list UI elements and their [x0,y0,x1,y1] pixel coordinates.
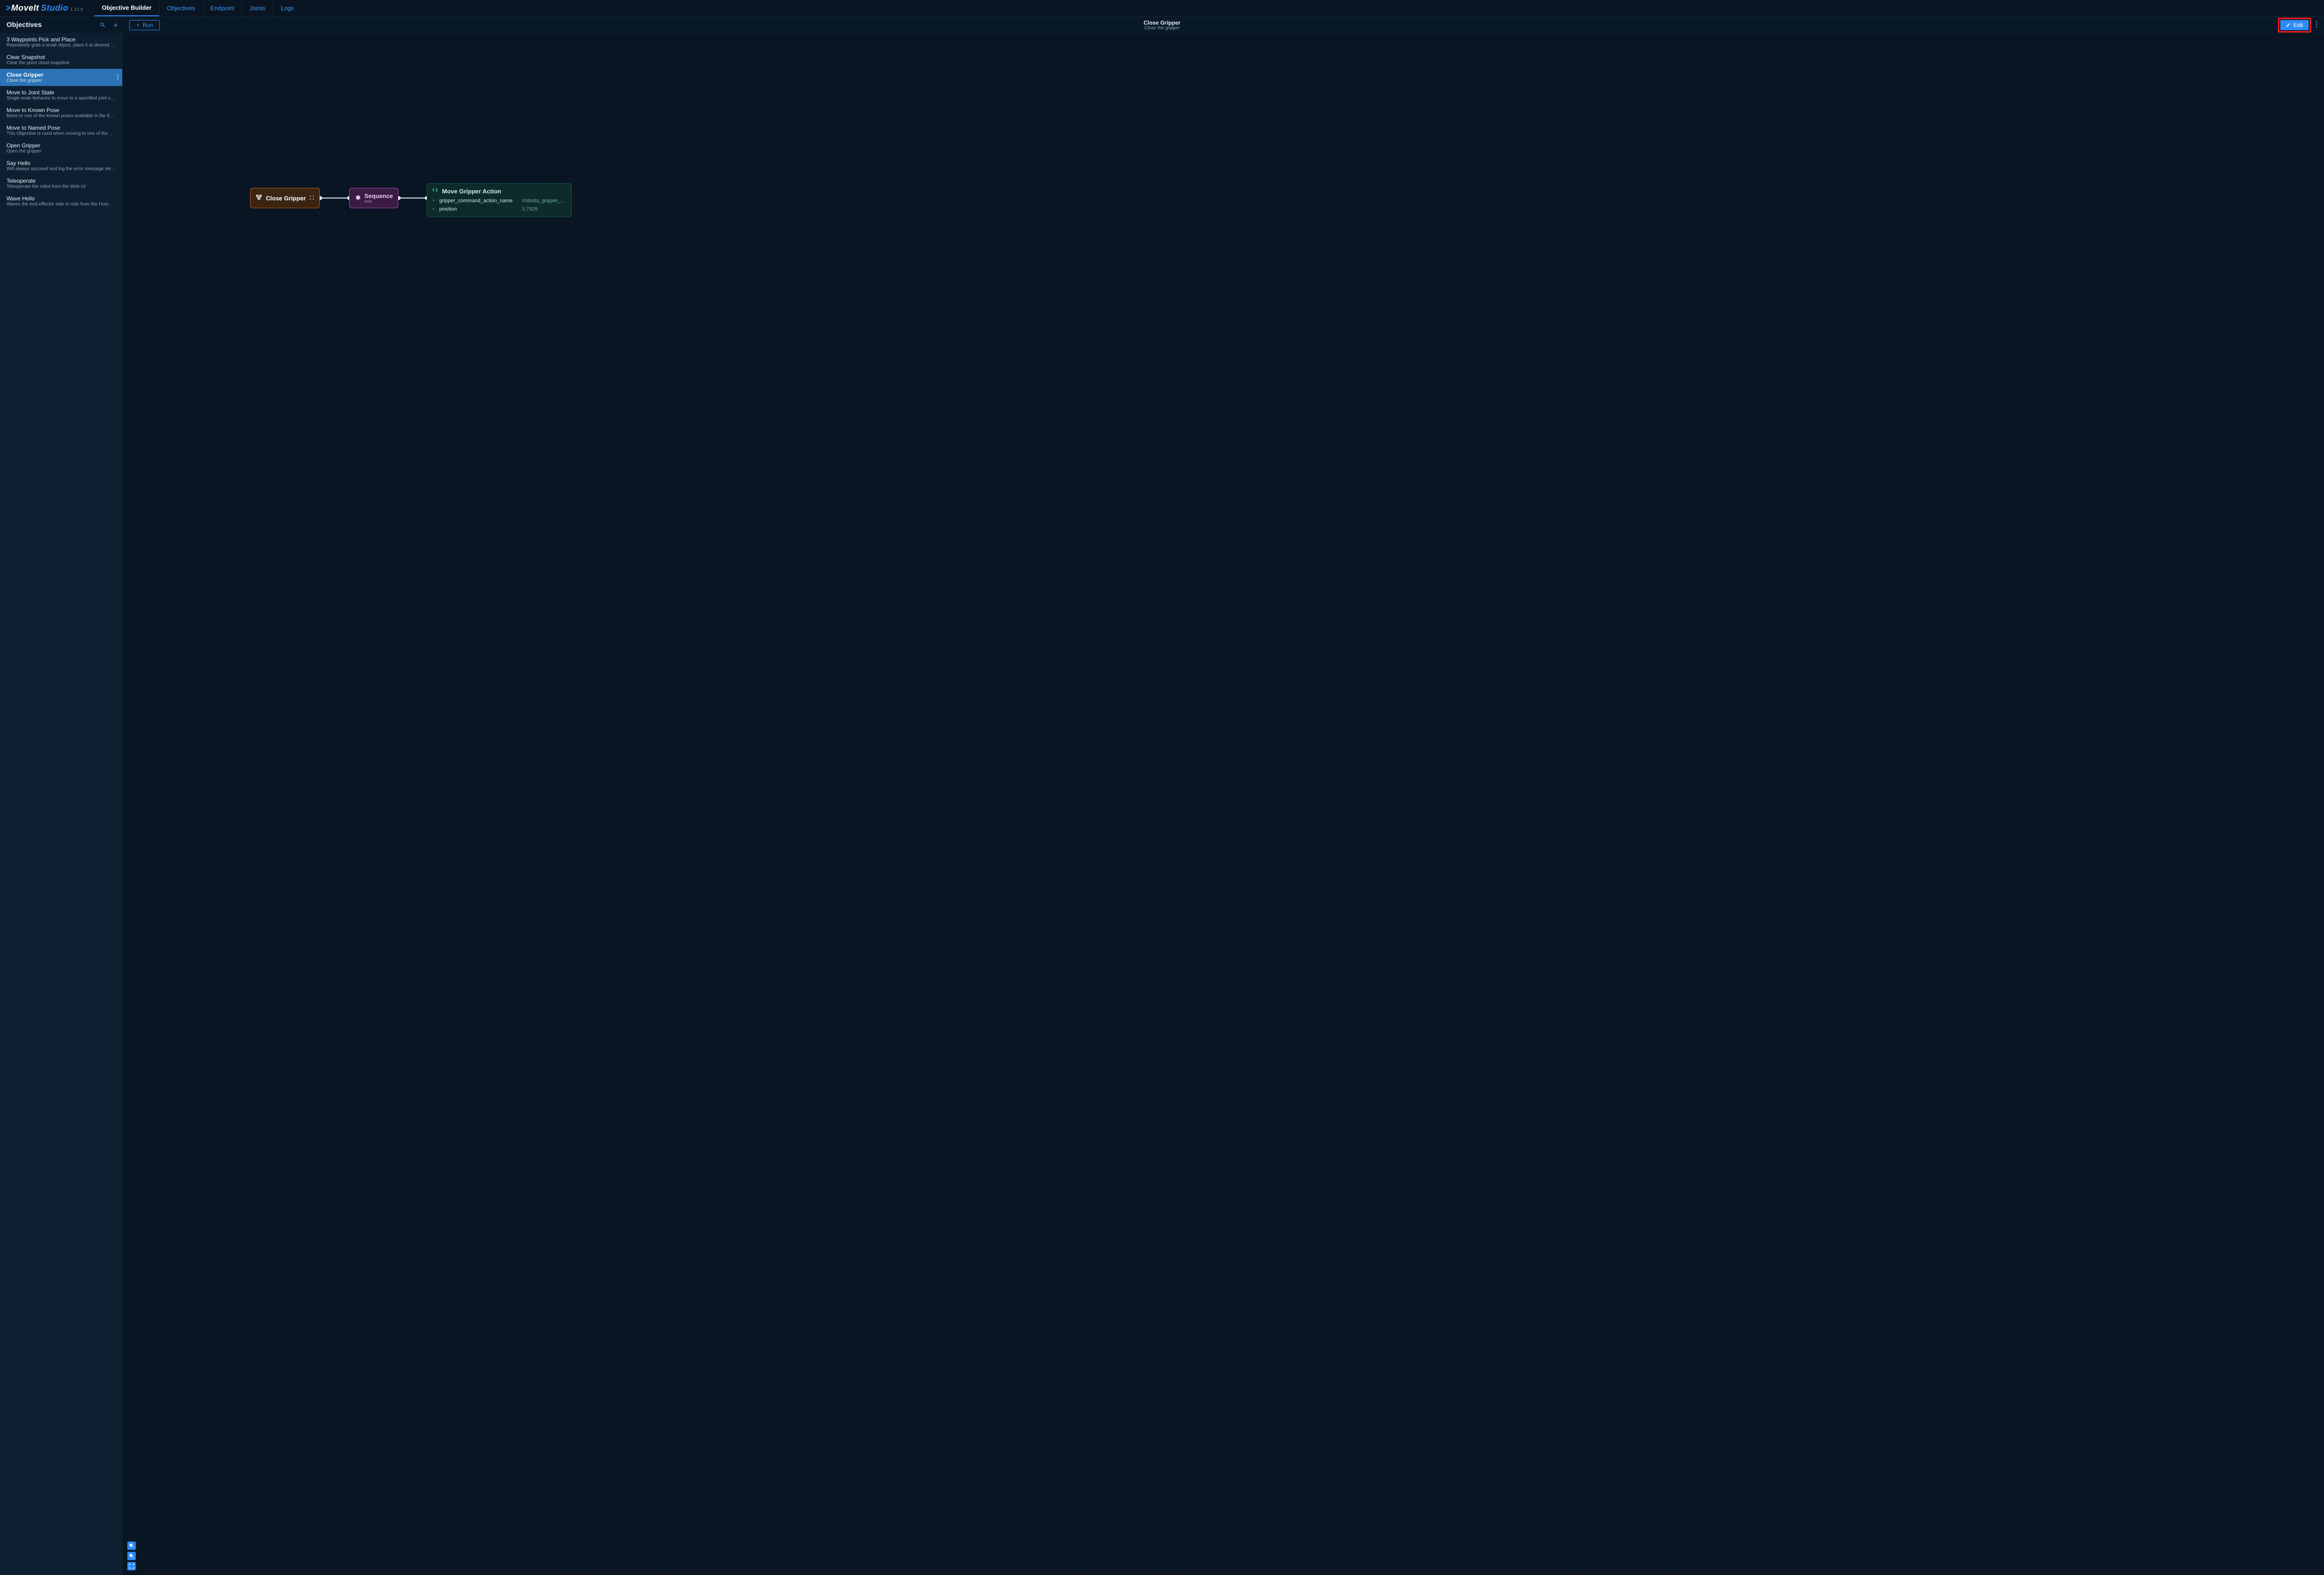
objective-title: Move to Known Pose [7,107,116,113]
objective-item[interactable]: Open Gripper Open the gripper [0,139,122,157]
objective-desc: This Objective is used when moving to on… [7,131,116,136]
edit-button-label: Edit [2293,22,2303,28]
objective-item[interactable]: 3 Waypoints Pick and Place Repeatedly gr… [0,33,122,51]
objective-desc: Will always succeed and log the error me… [7,166,116,172]
objective-item[interactable]: Teleoperate Teleoperate the robot from t… [0,175,122,192]
objective-item[interactable]: Move to Named Pose This Objective is use… [0,122,122,139]
node-sequence[interactable]: Sequence root [349,188,398,208]
play-icon [136,23,140,27]
objective-title: Teleoperate [7,178,116,184]
objective-title: Move to Joint State [7,89,116,96]
objective-desc: Clear the point cloud snapshot [7,60,116,66]
objective-item[interactable]: Say Hello Will always succeed and log th… [0,157,122,175]
edit-button[interactable]: Edit [2280,20,2309,30]
node-label: Close Gripper [266,195,306,202]
objective-desc: Teleoperate the robot from the Web UI [7,184,116,189]
param-key: gripper_command_action_name [439,198,518,204]
param-value: 0.7929 [522,206,538,212]
node-label: Sequence [364,193,393,199]
objective-item-selected[interactable]: Close Gripper Close the gripper [0,69,122,86]
objective-desc: Repeatedly grab a small object, place it… [7,43,116,48]
tab-objectives[interactable]: Objectives [159,0,203,16]
add-icon[interactable] [112,22,119,28]
objective-title: Open Gripper [7,142,116,149]
objective-item[interactable]: Move to Joint State Single-node behavior… [0,86,122,104]
brand-version: 1.12.0 [70,7,83,12]
more-menu-icon[interactable] [2314,21,2319,29]
run-button-label: Run [143,22,153,28]
tab-joints[interactable]: Joints [242,0,273,16]
graph-edge [320,198,349,199]
top-nav: > MoveIt Studio 1.12.0 Objective Builder… [0,0,2324,17]
zoom-controls [127,1542,136,1570]
graph-edge [398,198,427,199]
param-value: /robotiq_gripper_controller/gr [522,198,567,204]
node-label: Move Gripper Action [442,188,501,195]
node-sublabel: root [364,199,393,204]
objective-title: Clear Snapshot [7,54,116,60]
collapse-icon[interactable] [309,195,315,202]
tree-icon [255,194,263,203]
node-move-gripper-action[interactable]: Move Gripper Action gripper_command_acti… [427,183,572,217]
tab-endpoint[interactable]: Endpoint [203,0,242,16]
objective-title: Wave Hello [7,195,116,202]
param-key: position [439,206,518,212]
arrow-right-icon [432,198,436,204]
objective-item[interactable]: Wave Hello Waves the end-effector side t… [0,192,122,210]
node-close-gripper[interactable]: Close Gripper [250,188,320,208]
objective-desc: Waves the end-effector side to side from… [7,202,116,207]
brand-name-1: MoveIt [11,3,39,13]
objective-desc: Open the gripper [7,149,116,154]
search-icon[interactable] [99,22,106,28]
sidebar-header: Objectives [0,21,123,29]
toolbar-title: Close Gripper Close the gripper [1143,20,1180,31]
toolbar-subtitle: Close the gripper [1143,26,1180,31]
toolbar: Objectives Run Close Gripper Close the g… [0,17,2324,33]
sidebar-title: Objectives [7,21,42,29]
gears-icon [354,194,361,202]
objective-title: Move to Named Pose [7,125,116,131]
objective-desc: Single-node behavior to move to a specif… [7,96,116,101]
nav-tabs: Objective Builder Objectives Endpoint Jo… [94,0,301,16]
edit-button-highlight: Edit [2278,18,2311,33]
fit-view-button[interactable] [127,1562,136,1570]
objective-title: 3 Waypoints Pick and Place [7,36,116,43]
objective-desc: Close the gripper [7,78,116,83]
run-button[interactable]: Run [129,20,160,30]
node-param-row: position 0.7929 [432,206,567,212]
main: 3 Waypoints Pick and Place Repeatedly gr… [0,33,2324,1575]
objective-title: Close Gripper [7,72,116,78]
objective-desc: Move to one of the known poses available… [7,113,116,119]
objective-title: Say Hello [7,160,116,166]
brand-logo: > MoveIt Studio 1.12.0 [6,3,83,13]
objective-item[interactable]: Clear Snapshot Clear the point cloud sna… [0,51,122,69]
tab-objective-builder[interactable]: Objective Builder [94,0,159,16]
graph-canvas[interactable]: Close Gripper Sequence root Move Gripper… [123,33,2324,1575]
pencil-icon [2286,23,2291,27]
zoom-out-button[interactable] [127,1552,136,1560]
brand-name-2: Studio [41,3,68,13]
objectives-sidebar: 3 Waypoints Pick and Place Repeatedly gr… [0,33,123,1575]
tab-logs[interactable]: Logs [273,0,301,16]
toolbar-title-text: Close Gripper [1143,20,1180,26]
arrow-right-icon [432,206,436,212]
objective-item[interactable]: Move to Known Pose Move to one of the kn… [0,104,122,122]
gripper-icon [432,187,438,195]
objective-item-menu-icon[interactable] [117,74,119,81]
node-param-row: gripper_command_action_name /robotiq_gri… [432,198,567,204]
zoom-in-button[interactable] [127,1542,136,1550]
brand-caret: > [6,3,11,13]
